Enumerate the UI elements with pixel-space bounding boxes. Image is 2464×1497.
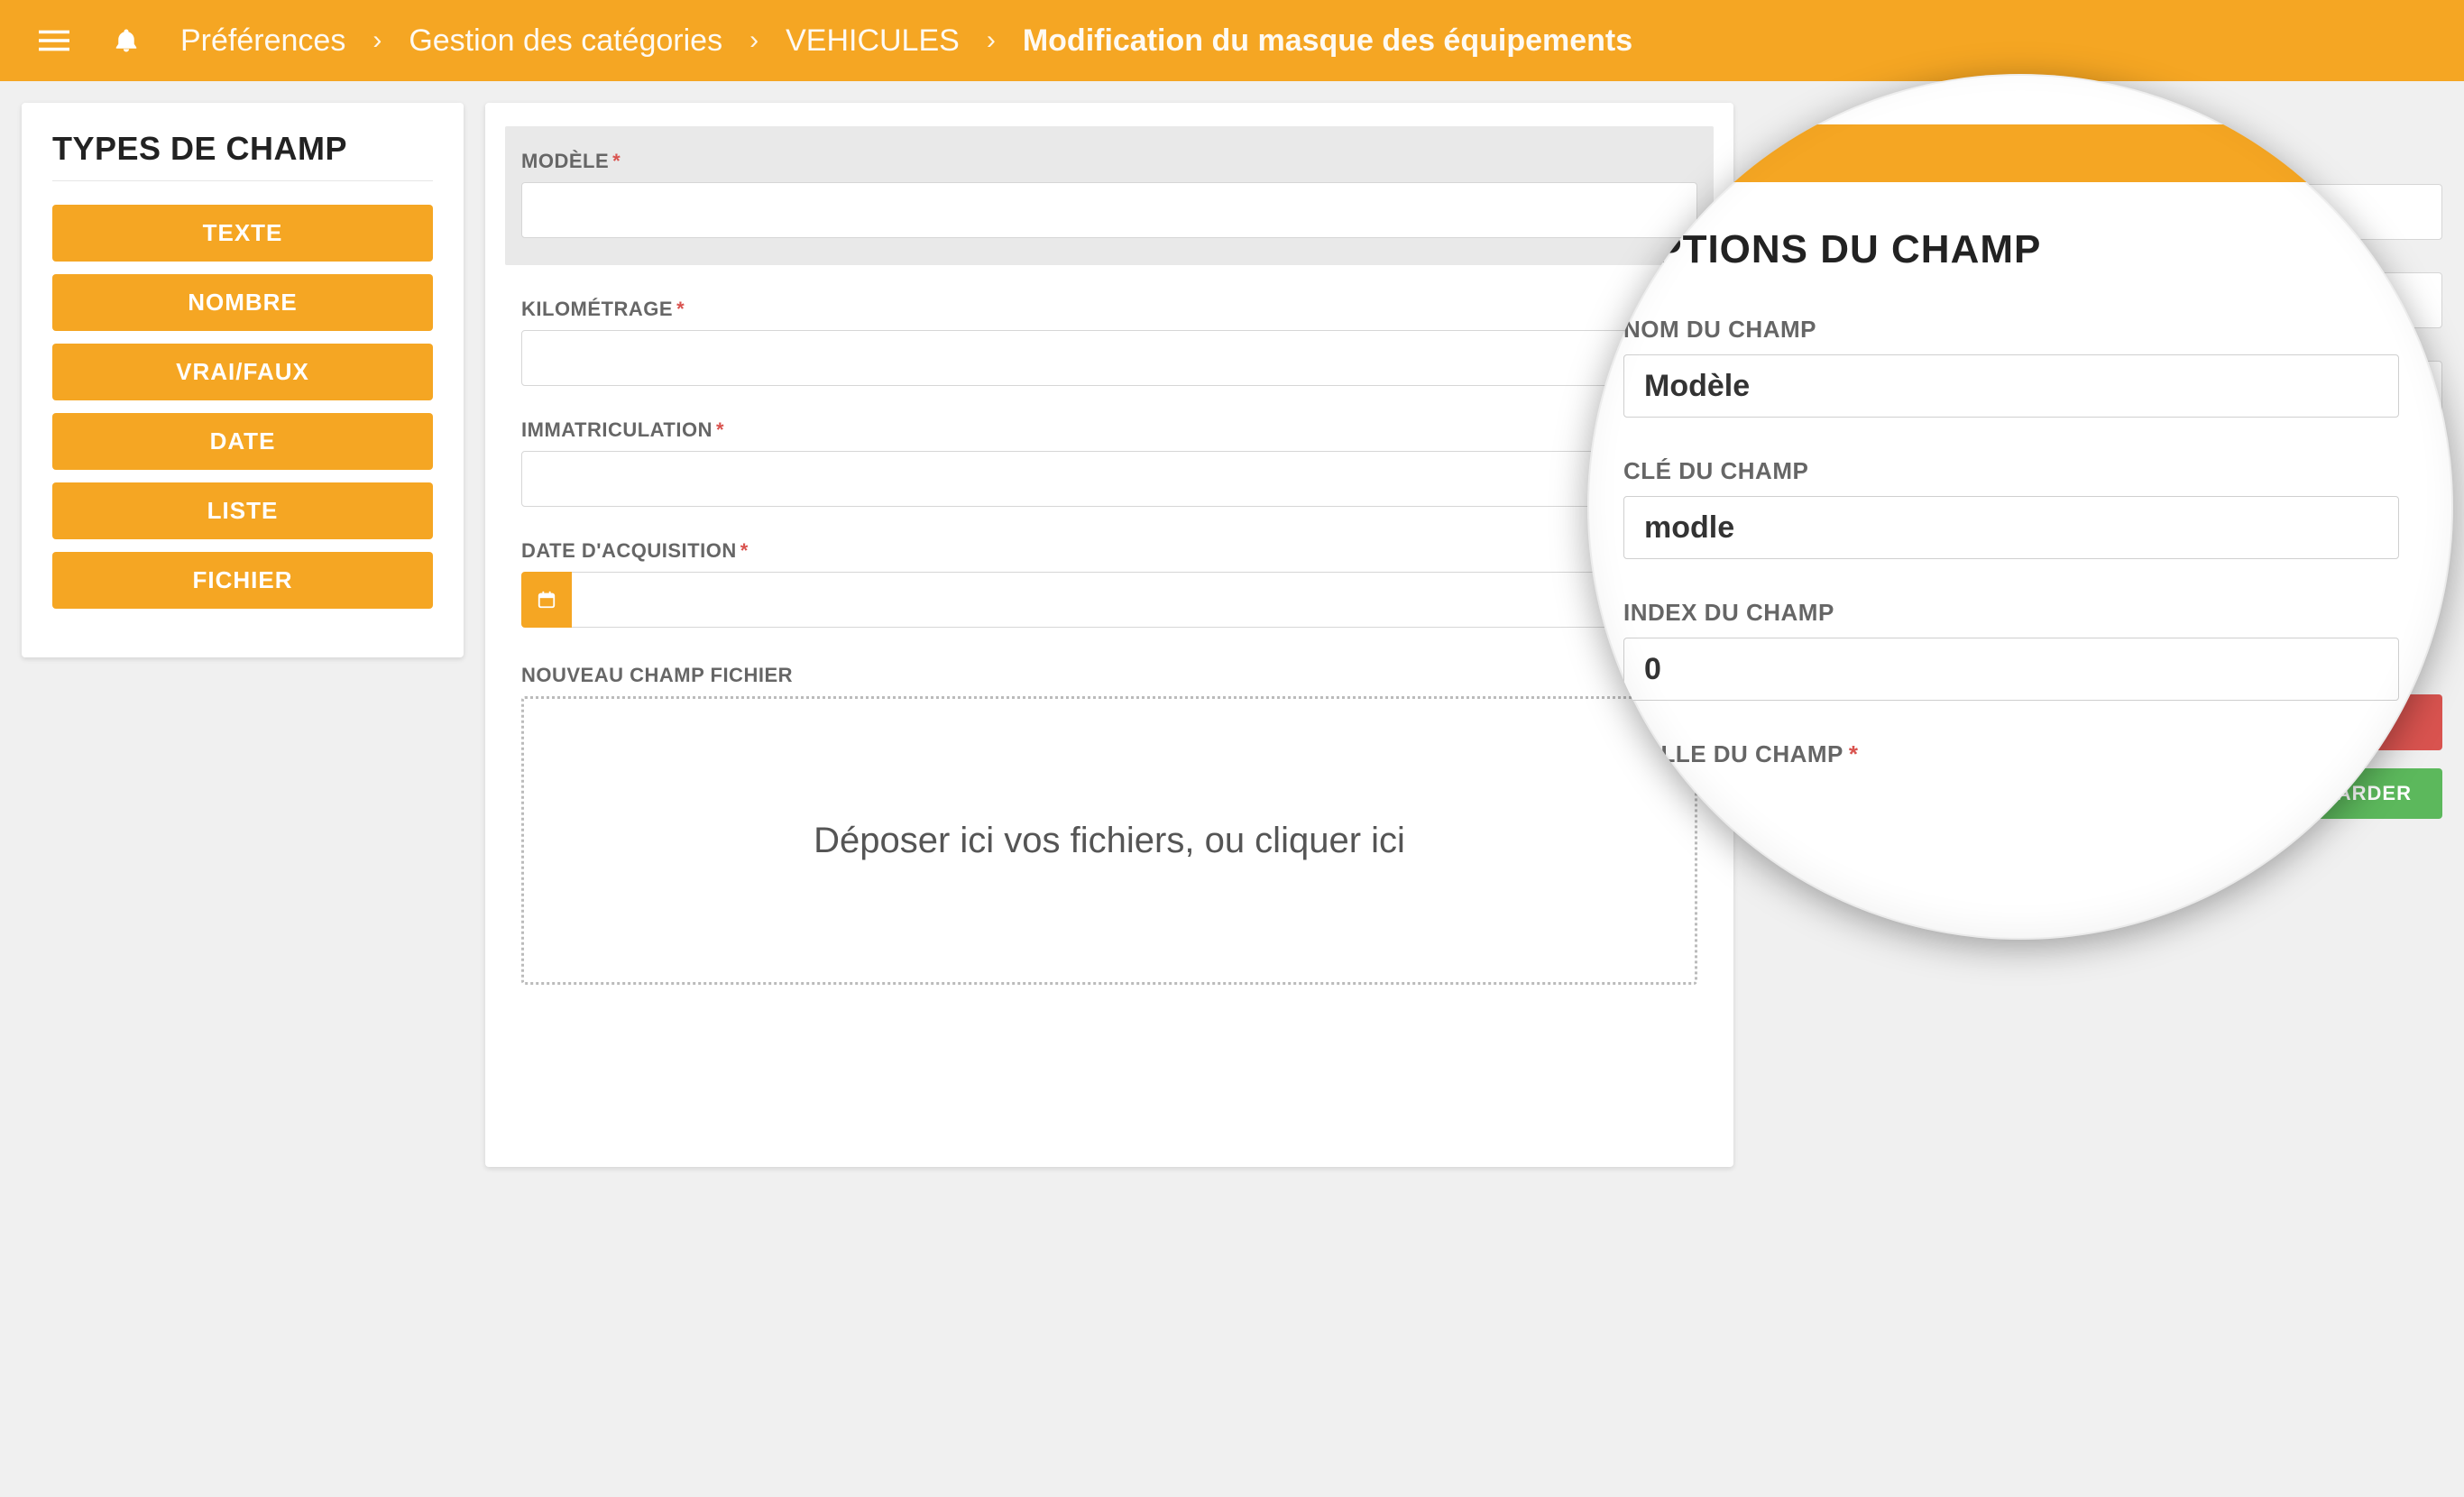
- type-texte-button[interactable]: TEXTE: [52, 205, 433, 262]
- field-fichier: NOUVEAU CHAMP FICHIER Déposer ici vos fi…: [521, 664, 1697, 985]
- type-date-button[interactable]: DATE: [52, 413, 433, 470]
- breadcrumb: Préférences › Gestion des catégories › V…: [180, 23, 1632, 59]
- opt-taille: TAILLE DU CHAMP*: [1623, 740, 2399, 768]
- label-immatriculation: IMMATRICULATION*: [521, 418, 1697, 442]
- zoom-lens: OPTIONS DU CHAMP NOM DU CHAMP CLÉ DU CHA…: [1587, 74, 2453, 940]
- input-kilometrage[interactable]: [521, 330, 1697, 386]
- menu-icon[interactable]: [36, 23, 72, 59]
- file-dropzone[interactable]: Déposer ici vos fichiers, ou cliquer ici: [521, 696, 1697, 985]
- type-nombre-button[interactable]: NOMBRE: [52, 274, 433, 331]
- opt-index: INDEX DU CHAMP: [1623, 599, 2399, 701]
- label-fichier: NOUVEAU CHAMP FICHIER: [521, 664, 1697, 687]
- opt-index-input[interactable]: [1623, 638, 2399, 701]
- sidebar-types: TYPES DE CHAMP TEXTE NOMBRE VRAI/FAUX DA…: [22, 103, 464, 657]
- input-modele[interactable]: [521, 182, 1697, 238]
- opt-cle-input[interactable]: [1623, 496, 2399, 559]
- input-date-acq[interactable]: [572, 572, 1697, 628]
- type-liste-button[interactable]: LISTE: [52, 482, 433, 539]
- opt-cle: CLÉ DU CHAMP: [1623, 457, 2399, 559]
- input-immatriculation[interactable]: [521, 451, 1697, 507]
- field-date-acquisition[interactable]: DATE D'ACQUISITION*: [521, 539, 1697, 628]
- opt-cle-label: CLÉ DU CHAMP: [1623, 457, 2399, 485]
- breadcrumb-preferences[interactable]: Préférences: [180, 23, 345, 59]
- chevron-right-icon: ›: [987, 25, 996, 56]
- field-kilometrage[interactable]: KILOMÉTRAGE*: [521, 298, 1697, 386]
- lens-topbar-strip: [1587, 124, 2453, 182]
- field-modele[interactable]: MODÈLE*: [505, 126, 1714, 265]
- label-modele: MODÈLE*: [521, 150, 1697, 173]
- dropzone-text: Déposer ici vos fichiers, ou cliquer ici: [814, 821, 1405, 861]
- topbar: Préférences › Gestion des catégories › V…: [0, 0, 2464, 81]
- label-date-acq: DATE D'ACQUISITION*: [521, 539, 1697, 563]
- label-kilometrage: KILOMÉTRAGE*: [521, 298, 1697, 321]
- opt-nom-label: NOM DU CHAMP: [1623, 316, 2399, 344]
- divider: [52, 180, 433, 181]
- type-vraifaux-button[interactable]: VRAI/FAUX: [52, 344, 433, 400]
- opt-nom: NOM DU CHAMP: [1623, 316, 2399, 418]
- bell-icon[interactable]: [108, 23, 144, 59]
- opt-nom-input[interactable]: [1623, 354, 2399, 418]
- sidebar-title: TYPES DE CHAMP: [52, 130, 433, 168]
- type-fichier-button[interactable]: FICHIER: [52, 552, 433, 609]
- field-immatriculation[interactable]: IMMATRICULATION*: [521, 418, 1697, 507]
- chevron-right-icon: ›: [749, 25, 759, 56]
- form-panel: MODÈLE* KILOMÉTRAGE* IMMATRICULATION* DA…: [485, 103, 1733, 1167]
- options-title: OPTIONS DU CHAMP: [1623, 227, 2399, 272]
- opt-index-label: INDEX DU CHAMP: [1623, 599, 2399, 627]
- breadcrumb-categories[interactable]: Gestion des catégories: [409, 23, 722, 59]
- breadcrumb-current: Modification du masque des équipements: [1023, 23, 1632, 59]
- chevron-right-icon: ›: [372, 25, 382, 56]
- calendar-icon[interactable]: [521, 572, 572, 628]
- breadcrumb-vehicules[interactable]: VEHICULES: [786, 23, 960, 59]
- opt-taille-label: TAILLE DU CHAMP*: [1623, 740, 2399, 768]
